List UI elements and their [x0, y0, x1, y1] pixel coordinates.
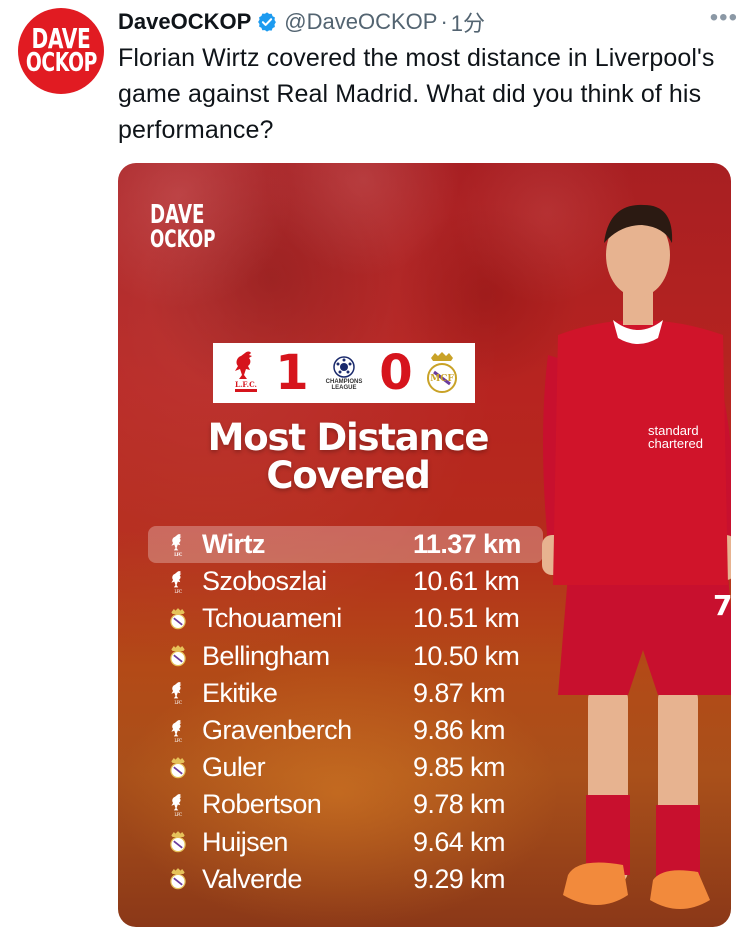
player-name: Wirtz [202, 529, 265, 560]
shirt-number: 7 [713, 589, 731, 622]
distance-list: LFC Wirtz 11.37 km LFC Szoboszlai 10.61 km Tch… [148, 526, 543, 898]
player-figure: standard chartered 7 [542, 204, 731, 909]
tweet-header: DaveOCKOP @DaveOCKOP · 1分 [118, 6, 740, 38]
avatar[interactable]: DAVE OCKOP [18, 8, 104, 94]
real-madrid-crest-icon [166, 828, 190, 856]
player-name: Valverde [202, 863, 302, 894]
liverpool-crest-icon: LFC [166, 531, 190, 559]
svg-text:LFC: LFC [174, 551, 183, 556]
distance-row: Bellingham 10.50 km [148, 638, 543, 675]
score-bar: L.F.C. 1 CHAMPIONS LEAGUE 0 MCF [213, 343, 475, 403]
ucl-line2: LEAGUE [331, 385, 357, 391]
real-madrid-crest-icon: MCF [427, 352, 457, 393]
graphic-title-line1: Most Distance [207, 416, 490, 459]
distance-value: 11.37 km [413, 529, 521, 560]
player-name: Szoboszlai [202, 566, 327, 597]
distance-row: LFC Szoboszlai 10.61 km [148, 563, 543, 600]
graphic-title-line2: Covered [266, 454, 430, 497]
distance-value: 10.50 km [413, 640, 520, 671]
distance-row: LFC Wirtz 11.37 km [148, 526, 543, 564]
home-score: 1 [275, 345, 309, 401]
distance-row: LFC Robertson 9.78 km [148, 786, 543, 823]
distance-value: 9.87 km [413, 677, 505, 708]
distance-row: Valverde 9.29 km [148, 861, 543, 898]
real-madrid-crest-icon [166, 642, 190, 670]
sponsor-line2: chartered [648, 436, 703, 451]
handle[interactable]: @DaveOCKOP [284, 9, 437, 35]
player-name: Guler [202, 752, 266, 783]
champions-league-badge: CHAMPIONS LEAGUE [321, 355, 367, 392]
liverpool-crest-icon: LFC [166, 717, 190, 745]
distance-row: Guler 9.85 km [148, 749, 543, 786]
distance-value: 9.86 km [413, 715, 505, 746]
tweet-media-image[interactable]: DAVE OCKOP L.F.C. 1 CHAMPIONS LEAGUE 0 M… [118, 163, 731, 927]
distance-row: Huijsen 9.64 km [148, 824, 543, 861]
player-name: Tchouameni [202, 603, 342, 634]
player-name: Ekitike [202, 677, 278, 708]
svg-text:MCF: MCF [430, 374, 454, 384]
verified-badge-icon [258, 12, 277, 32]
svg-text:LFC: LFC [174, 700, 182, 705]
liverpool-crest-icon: LFC [166, 679, 190, 707]
player-name: Gravenberch [202, 715, 352, 746]
more-options-icon[interactable]: ••• [710, 4, 738, 32]
player-name: Robertson [202, 789, 322, 820]
svg-text:L.F.C.: L.F.C. [235, 380, 257, 389]
separator-dot: · [440, 9, 448, 34]
real-madrid-crest-icon [166, 605, 190, 633]
distance-row: LFC Gravenberch 9.86 km [148, 712, 543, 749]
liverpool-crest-icon: LFC [166, 568, 190, 596]
player-name: Bellingham [202, 640, 330, 671]
svg-text:LFC: LFC [174, 737, 182, 742]
svg-text:LFC: LFC [174, 812, 182, 817]
distance-value: 9.78 km [413, 789, 505, 820]
svg-text:LFC: LFC [174, 589, 182, 594]
distance-value: 10.51 km [413, 603, 520, 634]
player-name: Huijsen [202, 826, 288, 857]
timestamp[interactable]: 1分 [451, 6, 485, 38]
tweet-text: Florian Wirtz covered the most distance … [118, 44, 715, 144]
distance-value: 9.64 km [413, 826, 505, 857]
media-logo-line2: OCKOP [150, 224, 216, 253]
media-logo: DAVE OCKOP [150, 202, 244, 253]
display-name[interactable]: DaveOCKOP [118, 9, 251, 35]
distance-row: Tchouameni 10.51 km [148, 600, 543, 637]
graphic-title: Most Distance Covered [158, 419, 538, 495]
distance-value: 9.85 km [413, 752, 505, 783]
distance-row: LFC Ekitike 9.87 km [148, 675, 543, 712]
champions-league-star-icon [333, 355, 355, 378]
liverpool-crest-icon: LFC [166, 791, 190, 819]
real-madrid-crest-icon [166, 754, 190, 782]
distance-value: 10.61 km [413, 566, 520, 597]
liverpool-crest-icon: L.F.C. [235, 351, 257, 392]
real-madrid-crest-icon [166, 865, 190, 893]
away-score: 0 [379, 345, 413, 401]
distance-value: 9.29 km [413, 863, 505, 894]
avatar-line2: OCKOP [25, 47, 97, 78]
